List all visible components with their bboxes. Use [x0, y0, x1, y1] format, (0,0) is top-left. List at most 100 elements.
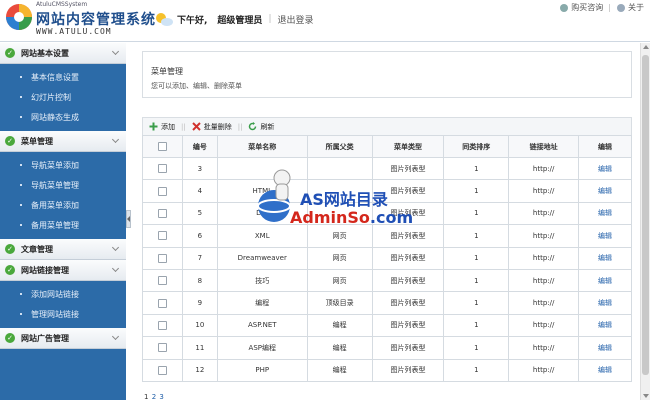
table-cell-sort: 1	[443, 179, 510, 203]
current-user: 超级管理员	[217, 15, 263, 26]
help-link[interactable]: 购买咨询	[560, 2, 603, 13]
sidebar-item-static-gen[interactable]: 网站静态生成	[0, 107, 126, 127]
edit-link[interactable]: 编辑	[578, 246, 632, 270]
table-cell-url: http://	[508, 201, 580, 226]
edit-link[interactable]: 编辑	[578, 358, 632, 382]
logout-link[interactable]: 退出登录	[277, 13, 313, 26]
table-cell-name: ASP编程	[216, 336, 308, 360]
page-link[interactable]: 3	[159, 393, 163, 400]
row-checkbox[interactable]	[157, 343, 167, 353]
add-button[interactable]: 添加	[149, 122, 175, 132]
greeting-bar: 下午好, 超级管理员 | 退出登录	[154, 10, 314, 28]
row-checkbox[interactable]	[157, 276, 167, 286]
sidebar-item-label: 导航菜单添加	[31, 160, 79, 170]
refresh-label: 刷新	[260, 122, 275, 131]
table-cell-url: http://	[508, 224, 580, 248]
edit-link[interactable]: 编辑	[578, 313, 632, 338]
edit-link[interactable]: 编辑	[578, 336, 632, 360]
table-cell-url: http://	[508, 313, 580, 338]
greeting-text: 下午好,	[177, 15, 208, 26]
table-cell-url: http://	[508, 246, 580, 270]
sidebar-item-basic-info[interactable]: 基本信息设置	[0, 67, 126, 87]
table-header-row: 编号 菜单名称 所属父类 菜单类型 同类排序 链接地址 编辑	[142, 135, 632, 158]
row-checkbox[interactable]	[157, 253, 167, 263]
divider: |	[608, 3, 611, 12]
pagination: 1 2 3	[144, 393, 165, 400]
row-checkbox[interactable]	[157, 208, 167, 218]
table-cell-parent: 网页	[306, 246, 373, 270]
row-select-cell	[142, 224, 183, 248]
edit-link[interactable]: 编辑	[578, 156, 632, 181]
sidebar-group-links[interactable]: ✓ 网站链接管理	[0, 260, 126, 281]
table-cell-type: 图片列表型	[371, 268, 445, 293]
sidebar: ✓ 网站基本设置 基本信息设置 幻灯片控制 网站静态生成 ✓ 菜单管理 导航菜单…	[0, 43, 126, 400]
sidebar-item-label: 备用菜单添加	[31, 200, 79, 210]
table-cell-id: 10	[181, 313, 218, 338]
table-cell-type: 图片列表型	[371, 313, 445, 338]
sidebar-group-items: 添加网站链接 管理网站链接	[0, 281, 126, 328]
row-checkbox[interactable]	[157, 365, 167, 375]
divider: |	[268, 14, 272, 24]
scroll-up-arrow-icon[interactable]	[643, 45, 649, 49]
table-cell-id: 9	[181, 291, 218, 315]
page-link-current[interactable]: 1	[144, 393, 148, 400]
table-row: 7 Dreamweaver 网页 图片列表型 1 http://编辑	[142, 246, 632, 270]
edit-link[interactable]: 编辑	[578, 268, 632, 293]
sidebar-item-nav-manage[interactable]: 导航菜单管理	[0, 175, 126, 195]
edit-link[interactable]: 编辑	[578, 291, 632, 315]
select-all-checkbox[interactable]	[157, 142, 167, 151]
sidebar-item-alt-add[interactable]: 备用菜单添加	[0, 195, 126, 215]
sidebar-item-nav-add[interactable]: 导航菜单添加	[0, 155, 126, 175]
row-select-cell	[142, 291, 183, 315]
edit-link[interactable]: 编辑	[578, 224, 632, 248]
sidebar-item-label: 备用菜单管理	[31, 220, 79, 230]
batch-delete-button[interactable]: 批量删除	[192, 122, 232, 132]
table-toolbar: 添加 || 批量删除 || 刷新	[142, 117, 632, 135]
watermark-url-tld: .com	[369, 208, 414, 227]
watermark-text: AS网站目录	[300, 190, 388, 209]
sidebar-item-label: 基本信息设置	[31, 72, 79, 82]
batch-delete-label: 批量删除	[203, 122, 232, 131]
column-header: 编辑	[578, 135, 632, 158]
sidebar-item-link-add[interactable]: 添加网站链接	[0, 284, 126, 304]
refresh-button[interactable]: 刷新	[248, 122, 274, 132]
vertical-scrollbar[interactable]	[640, 43, 650, 400]
row-checkbox[interactable]	[157, 186, 167, 196]
sidebar-group-title: 菜单管理	[21, 136, 53, 146]
table-cell-url: http://	[508, 179, 580, 203]
edit-link[interactable]: 编辑	[578, 179, 632, 203]
row-checkbox[interactable]	[157, 164, 167, 174]
row-checkbox[interactable]	[157, 298, 167, 308]
table-cell-parent: 编程	[306, 336, 373, 360]
table-cell-parent: 顶级目录	[306, 291, 373, 315]
row-select-cell	[142, 246, 183, 270]
row-checkbox[interactable]	[157, 320, 167, 330]
sidebar-group-items: 基本信息设置 幻灯片控制 网站静态生成	[0, 64, 126, 131]
check-icon: ✓	[5, 265, 15, 275]
help-label: 购买咨询	[571, 3, 604, 12]
sidebar-item-link-manage[interactable]: 管理网站链接	[0, 304, 126, 324]
sidebar-group-menu[interactable]: ✓ 菜单管理	[0, 131, 126, 152]
table-cell-parent: 网页	[306, 268, 373, 293]
sidebar-item-slideshow[interactable]: 幻灯片控制	[0, 87, 126, 107]
table-cell-url: http://	[508, 291, 580, 315]
scroll-down-arrow-icon[interactable]	[643, 394, 649, 398]
edit-link[interactable]: 编辑	[578, 201, 632, 226]
sidebar-group-ads[interactable]: ✓ 网站广告管理	[0, 328, 126, 349]
page-link[interactable]: 2	[152, 393, 156, 400]
sidebar-group-site-settings[interactable]: ✓ 网站基本设置	[0, 43, 126, 64]
page-header-panel: 菜单管理 您可以添加、编辑、删除菜单	[142, 51, 632, 98]
sidebar-group-articles[interactable]: ✓ 文章管理	[0, 239, 126, 260]
sidebar-item-alt-manage[interactable]: 备用菜单管理	[0, 215, 126, 235]
table-cell-id: 11	[181, 336, 218, 360]
column-header: 所属父类	[306, 135, 373, 158]
about-link[interactable]: 关于	[617, 2, 644, 13]
refresh-icon	[249, 122, 257, 131]
sidebar-collapse-toggle[interactable]	[126, 210, 131, 228]
table-cell-parent: 编程	[306, 313, 373, 338]
row-checkbox[interactable]	[157, 231, 167, 241]
scrollbar-thumb[interactable]	[642, 55, 649, 375]
table-cell-id: 8	[181, 268, 218, 293]
table-cell-name: 技巧	[216, 268, 308, 293]
table-cell-type: 图片列表型	[371, 358, 445, 382]
